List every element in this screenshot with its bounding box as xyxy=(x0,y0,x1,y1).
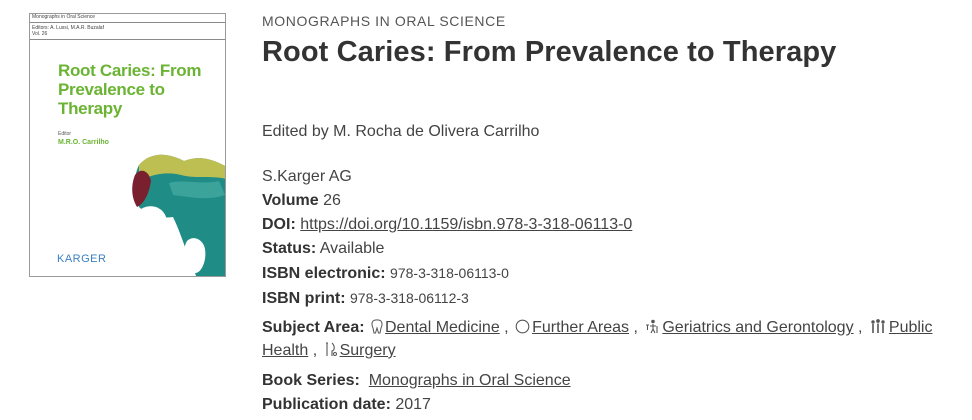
cover-publisher-logo: KARGER xyxy=(57,253,107,265)
isbn-electronic-label: ISBN electronic: xyxy=(262,265,386,282)
cover-header-band: Monographs in Oral Science Editors: A. L… xyxy=(30,14,225,46)
cover-editor: M.R.O. Carrilho xyxy=(58,139,109,146)
page-title: Root Caries: From Prevalence to Therapy xyxy=(262,36,837,68)
book-header: MONOGRAPHS IN ORAL SCIENCE Root Caries: … xyxy=(262,12,962,70)
isbn-print-row: ISBN print: 978-3-318-06112-3 xyxy=(262,286,962,311)
subject-geriatrics-link[interactable]: Geriatrics and Gerontology xyxy=(662,319,853,336)
volume-value: 26 xyxy=(323,192,341,209)
isbn-electronic-row: ISBN electronic: 978-3-318-06113-0 xyxy=(262,261,962,286)
book-cover[interactable]: Monographs in Oral Science Editors: A. L… xyxy=(29,13,226,277)
series-name: MONOGRAPHS IN ORAL SCIENCE xyxy=(262,13,506,29)
cover-tooth-illustration xyxy=(132,154,225,276)
circle-icon xyxy=(515,319,530,340)
publication-date-value: 2017 xyxy=(395,396,431,413)
status-label: Status: xyxy=(262,240,317,257)
volume-label: Volume xyxy=(262,192,319,209)
people-icon xyxy=(869,319,887,340)
subject-surgery-link[interactable]: Surgery xyxy=(340,342,396,359)
surgery-icon xyxy=(324,342,338,363)
publication-date-row: Publication date: 2017 xyxy=(262,393,571,417)
volume-row: Volume 26 xyxy=(262,189,962,213)
isbn-electronic-value: 978-3-318-06113-0 xyxy=(390,265,509,281)
book-series-label: Book Series: xyxy=(262,372,360,389)
cover-volume-line: Vol. 26 xyxy=(32,31,48,37)
subject-dental-medicine-link[interactable]: Dental Medicine xyxy=(385,319,500,336)
book-details: S.Karger AG Volume 26 DOI: https://doi.o… xyxy=(262,165,962,311)
elderly-icon xyxy=(644,319,660,340)
status-row: Status: Available xyxy=(262,237,962,261)
edited-by: Edited by M. Rocha de Olivera Carrilho xyxy=(262,123,540,140)
isbn-print-label: ISBN print: xyxy=(262,290,346,307)
isbn-print-value: 978-3-318-06112-3 xyxy=(350,290,469,306)
cover-editor-label: Editor xyxy=(58,131,72,137)
book-extra-info: Book Series: Monographs in Oral Science … xyxy=(262,369,571,417)
subject-area: Subject Area: Dental Medicine , Further … xyxy=(262,317,962,363)
book-series-row: Book Series: Monographs in Oral Science xyxy=(262,369,571,393)
subject-area-label: Subject Area: xyxy=(262,319,365,336)
book-series-link[interactable]: Monographs in Oral Science xyxy=(369,372,571,389)
tooth-icon xyxy=(371,319,383,340)
status-value: Available xyxy=(319,240,385,257)
publisher-row: S.Karger AG xyxy=(262,165,962,189)
publication-date-label: Publication date: xyxy=(262,396,391,413)
cover-series-line: Monographs in Oral Science xyxy=(32,14,96,20)
subject-further-areas-link[interactable]: Further Areas xyxy=(532,319,629,336)
doi-row: DOI: https://doi.org/10.1159/isbn.978-3-… xyxy=(262,213,962,237)
doi-link[interactable]: https://doi.org/10.1159/isbn.978-3-318-0… xyxy=(300,216,632,233)
publisher-value: S.Karger AG xyxy=(262,168,352,185)
doi-label: DOI: xyxy=(262,216,296,233)
cover-title: Root Caries: From Prevalence to Therapy xyxy=(58,61,202,118)
